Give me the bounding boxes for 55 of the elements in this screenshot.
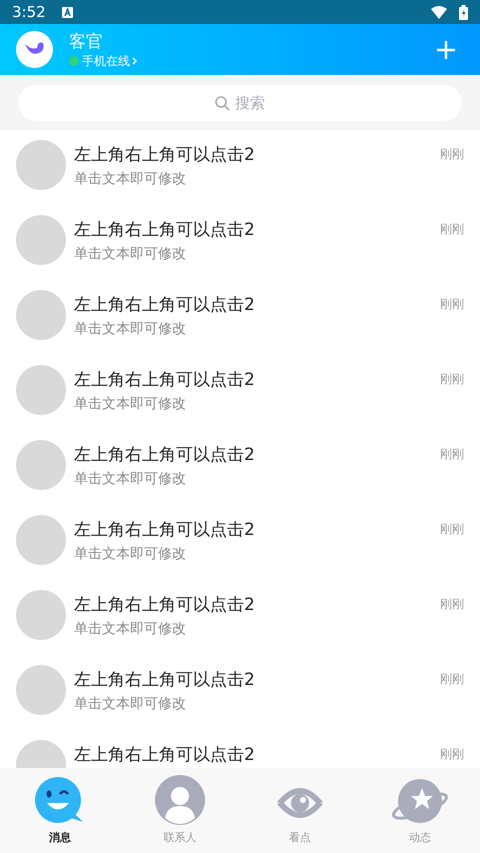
notification-icon	[62, 6, 73, 18]
user-name: 客官	[69, 30, 104, 52]
profile-avatar[interactable]	[16, 31, 53, 68]
plus-icon	[437, 40, 455, 58]
chevron-right-icon	[132, 56, 137, 64]
conversation-title: 左上角右上角可以点击2	[74, 744, 256, 766]
wifi-icon	[431, 6, 447, 18]
conversation-time: 刚刚	[440, 521, 464, 538]
search-icon	[215, 96, 230, 110]
conversation-preview: 单击文本即可修改	[74, 320, 187, 338]
conversation-preview: 单击文本即可修改	[74, 245, 187, 263]
conversation-title: 左上角右上角可以点击2	[74, 219, 256, 241]
nav-tab[interactable]: 消息	[0, 768, 120, 853]
conversation-preview: 单击文本即可修改	[74, 470, 187, 488]
conversation-row[interactable]: 左上角右上角可以点击2 单击文本即可修改 刚刚	[0, 430, 480, 505]
conversation-title: 左上角右上角可以点击2	[74, 294, 256, 316]
conversation-preview: 单击文本即可修改	[74, 545, 187, 563]
conversation-row[interactable]: 左上角右上角可以点击2 单击文本即可修改 刚刚	[0, 505, 480, 580]
conversation-time: 刚刚	[440, 596, 464, 613]
conversation-time: 刚刚	[440, 296, 464, 313]
conversation-row[interactable]: 左上角右上角可以点击2 单击文本即可修改 刚刚	[0, 355, 480, 430]
avatar-photo-placeholder	[16, 140, 66, 190]
conversation-preview: 单击文本即可修改	[74, 695, 187, 713]
conversation-preview: 单击文本即可修改	[74, 395, 187, 413]
conversation-title: 左上角右上角可以点击2	[74, 594, 256, 616]
conversation-row[interactable]: 左上角右上角可以点击2 单击文本即可修改 刚刚	[0, 280, 480, 355]
conversation-title: 左上角右上角可以点击2	[74, 444, 256, 466]
conversation-preview: 单击文本即可修改	[74, 620, 187, 638]
avatar-photo-placeholder	[16, 440, 66, 490]
search-field[interactable]: 搜索	[18, 84, 462, 120]
conversation-row[interactable]: 左上角右上角可以点击2 单击文本即可修改 刚刚	[0, 655, 480, 730]
conversation-row[interactable]: 左上角右上角可以点击2 单击文本即可修改 刚刚	[0, 130, 480, 205]
conversation-title: 左上角右上角可以点击2	[74, 369, 256, 391]
person-icon	[154, 774, 206, 826]
avatar-photo-placeholder	[16, 665, 66, 715]
avatar-photo-placeholder	[16, 215, 66, 265]
status-time: 3:52	[12, 2, 46, 23]
conversation-row[interactable]: 左上角右上角可以点击2 单击文本即可修改 刚刚	[0, 205, 480, 280]
conversation-time: 刚刚	[440, 446, 464, 463]
avatar-photo-placeholder	[16, 590, 66, 640]
planet-star-icon	[391, 776, 449, 826]
avatar-photo-placeholder	[16, 290, 66, 340]
conversation-title: 左上角右上角可以点击2	[74, 669, 256, 691]
conversation-time: 刚刚	[440, 146, 464, 163]
conversation-title: 左上角右上角可以点击2	[74, 144, 256, 166]
avatar-photo-placeholder	[16, 515, 66, 565]
conversation-time: 刚刚	[440, 221, 464, 238]
conversation-preview: 单击文本即可修改	[74, 170, 187, 188]
conversation-time: 刚刚	[440, 671, 464, 688]
conversation-title: 左上角右上角可以点击2	[74, 519, 256, 541]
conversation-time: 刚刚	[440, 746, 464, 763]
battery-icon	[459, 4, 468, 20]
avatar-photo-placeholder	[16, 365, 66, 415]
conversation-row[interactable]: 左上角右上角可以点击2 单击文本即可修改 刚刚	[0, 580, 480, 655]
conversation-time: 刚刚	[440, 371, 464, 388]
